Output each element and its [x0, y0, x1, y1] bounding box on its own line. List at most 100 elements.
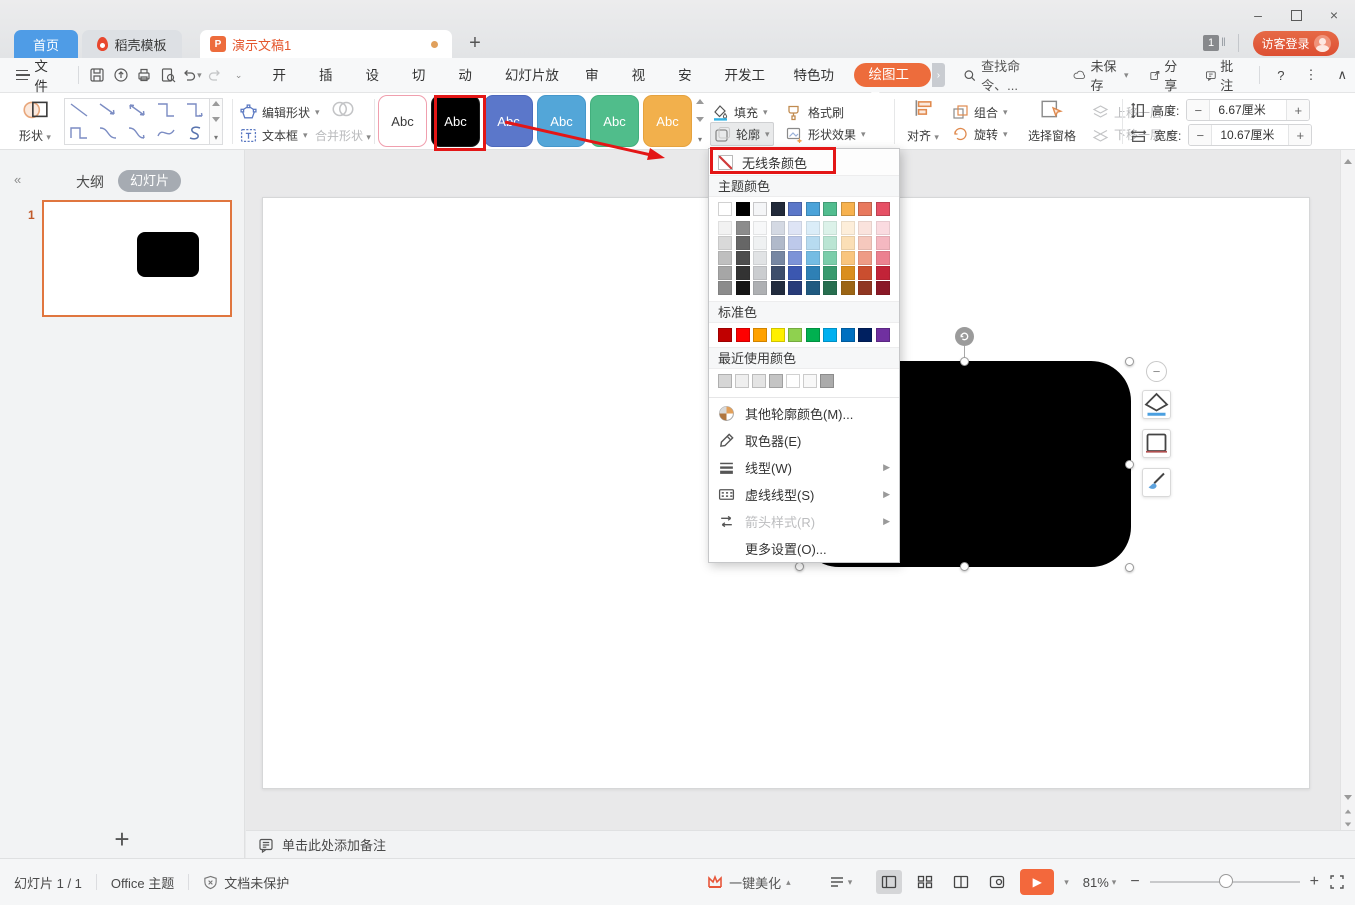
theme-variant-r1-c4[interactable] — [771, 221, 785, 235]
tab-document[interactable]: P 演示文稿1 — [200, 30, 452, 58]
gallery-scroll-up-icon[interactable] — [212, 101, 220, 106]
theme-variant-r2-c1[interactable] — [718, 236, 732, 250]
align-button[interactable]: 对齐 ▾ — [900, 96, 946, 147]
format-painter-button[interactable]: 格式刷 — [786, 100, 844, 124]
handle-bottom-left[interactable] — [795, 562, 804, 571]
theme-variant-r4-c1[interactable] — [718, 266, 732, 280]
gallery-scroll-down-icon[interactable] — [212, 117, 220, 122]
menu-item-插入[interactable]: 插入 — [307, 58, 353, 93]
reading-view-button[interactable] — [948, 870, 974, 894]
height-value-input[interactable]: 6.67厘米 — [1209, 99, 1287, 121]
recent-color-1[interactable] — [718, 374, 732, 388]
undo-dropdown-arrow[interactable]: ▾ — [197, 70, 202, 81]
theme-variant-r4-c5[interactable] — [788, 266, 802, 280]
theme-variant-r3-c2[interactable] — [736, 251, 750, 265]
theme-variant-r3-c8[interactable] — [841, 251, 855, 265]
shape-effects-button[interactable]: 形状效果▾ — [786, 122, 866, 146]
shape-style-item-4[interactable]: Abc — [537, 95, 586, 147]
command-search[interactable]: 查找命令、... — [963, 56, 1049, 94]
recent-color-2[interactable] — [735, 374, 749, 388]
theme-variant-r2-c10[interactable] — [876, 236, 890, 250]
share-button[interactable]: 分享 — [1141, 56, 1193, 94]
theme-variant-r4-c3[interactable] — [753, 266, 767, 280]
width-value-input[interactable]: 10.67厘米 — [1211, 124, 1289, 146]
shape-style-item-6[interactable]: Abc — [643, 95, 692, 147]
theme-variant-r5-c9[interactable] — [858, 281, 872, 295]
elbow-connector2-icon[interactable] — [68, 124, 90, 142]
document-protection[interactable]: 文档未保护 — [189, 873, 303, 892]
menu-item-开发工具[interactable]: 开发工具 — [713, 58, 782, 93]
standard-color-8[interactable] — [841, 328, 855, 342]
selection-pane-button[interactable]: 选择窗格 — [1020, 96, 1084, 147]
previous-slide-button[interactable] — [1342, 806, 1353, 817]
drawing-tools-tab[interactable]: 绘图工具 — [854, 63, 931, 87]
add-slide-button[interactable]: + — [104, 824, 140, 855]
theme-variant-r4-c10[interactable] — [876, 266, 890, 280]
new-tab-button[interactable]: + — [462, 32, 488, 55]
save-status[interactable]: 未保存▾ — [1065, 56, 1137, 94]
more-menu-button[interactable]: ⋮ — [1297, 67, 1326, 83]
theme-variant-r2-c7[interactable] — [823, 236, 837, 250]
next-slide-button[interactable] — [1342, 819, 1353, 830]
theme-color-7[interactable] — [823, 202, 837, 216]
width-increase-button[interactable]: + — [1289, 124, 1311, 146]
user-count-badge[interactable]: 1 — [1203, 35, 1219, 51]
print-preview-button[interactable] — [157, 63, 179, 87]
presenter-view-button[interactable] — [984, 870, 1010, 894]
theme-variant-r1-c8[interactable] — [841, 221, 855, 235]
shape-style-item-2[interactable]: Abc — [431, 95, 480, 147]
menu-item-动画[interactable]: 动画 — [446, 58, 492, 93]
notes-bar[interactable]: 单击此处添加备注 — [246, 830, 1355, 858]
group-button[interactable]: 组合▾ — [952, 100, 1008, 124]
zoom-in-button[interactable]: + — [1310, 873, 1319, 891]
theme-variant-r3-c6[interactable] — [806, 251, 820, 265]
scroll-up-button[interactable] — [1342, 156, 1353, 167]
slide-thumbnail[interactable] — [42, 200, 232, 317]
menu-item-虚线线型-S-[interactable]: 虚线线型(S)▶ — [709, 481, 899, 508]
theme-variant-r3-c1[interactable] — [718, 251, 732, 265]
theme-variant-r1-c1[interactable] — [718, 221, 732, 235]
tab-outline[interactable]: 大纲 — [76, 172, 104, 192]
quick-brush-button[interactable] — [1142, 468, 1171, 497]
help-button[interactable]: ? — [1269, 68, 1292, 83]
freeform-s-shape-icon[interactable] — [184, 124, 206, 142]
theme-variant-r2-c5[interactable] — [788, 236, 802, 250]
theme-variant-r5-c6[interactable] — [806, 281, 820, 295]
theme-variant-r1-c5[interactable] — [788, 221, 802, 235]
shape-style-item-3[interactable]: Abc — [484, 95, 533, 147]
menu-item-其他轮廓颜色-M-[interactable]: 其他轮廓颜色(M)... — [709, 400, 899, 427]
customize-toolbar-button[interactable]: ⌄ — [228, 63, 250, 87]
theme-variant-r1-c6[interactable] — [806, 221, 820, 235]
collapse-ribbon-button[interactable]: ∧ — [1330, 67, 1355, 83]
outline-button[interactable]: 轮廓▾ — [710, 122, 774, 146]
curved-connector-icon[interactable] — [97, 124, 119, 142]
theme-variant-r1-c3[interactable] — [753, 221, 767, 235]
theme-variant-r5-c8[interactable] — [841, 281, 855, 295]
shape-gallery[interactable] — [64, 98, 210, 145]
theme-variant-r2-c2[interactable] — [736, 236, 750, 250]
theme-variant-r1-c10[interactable] — [876, 221, 890, 235]
height-increase-button[interactable]: + — [1287, 99, 1309, 121]
close-button[interactable]: × — [1323, 6, 1345, 24]
theme-variant-r4-c2[interactable] — [736, 266, 750, 280]
file-menu[interactable]: 文件 — [0, 55, 72, 95]
collapse-quick-tools-button[interactable]: − — [1146, 361, 1167, 382]
scroll-down-button[interactable] — [1342, 792, 1353, 803]
theme-variant-r3-c3[interactable] — [753, 251, 767, 265]
curve-shape-icon[interactable] — [155, 124, 177, 142]
recent-color-3[interactable] — [752, 374, 766, 388]
standard-color-4[interactable] — [771, 328, 785, 342]
notes-toggle-button[interactable]: ▾ — [815, 875, 867, 889]
zoom-slider-handle[interactable] — [1219, 874, 1233, 888]
theme-color-5[interactable] — [788, 202, 802, 216]
style-gallery-scroll[interactable]: ▾ — [694, 97, 706, 146]
fit-slide-button[interactable] — [1329, 874, 1345, 890]
standard-color-3[interactable] — [753, 328, 767, 342]
standard-color-6[interactable] — [806, 328, 820, 342]
theme-variant-r3-c4[interactable] — [771, 251, 785, 265]
maximize-button[interactable] — [1285, 6, 1307, 24]
elbow-arrow-connector-icon[interactable] — [184, 101, 206, 119]
menu-item-审阅[interactable]: 审阅 — [573, 58, 619, 93]
menu-item-切换[interactable]: 切换 — [400, 58, 446, 93]
theme-variant-r1-c2[interactable] — [736, 221, 750, 235]
